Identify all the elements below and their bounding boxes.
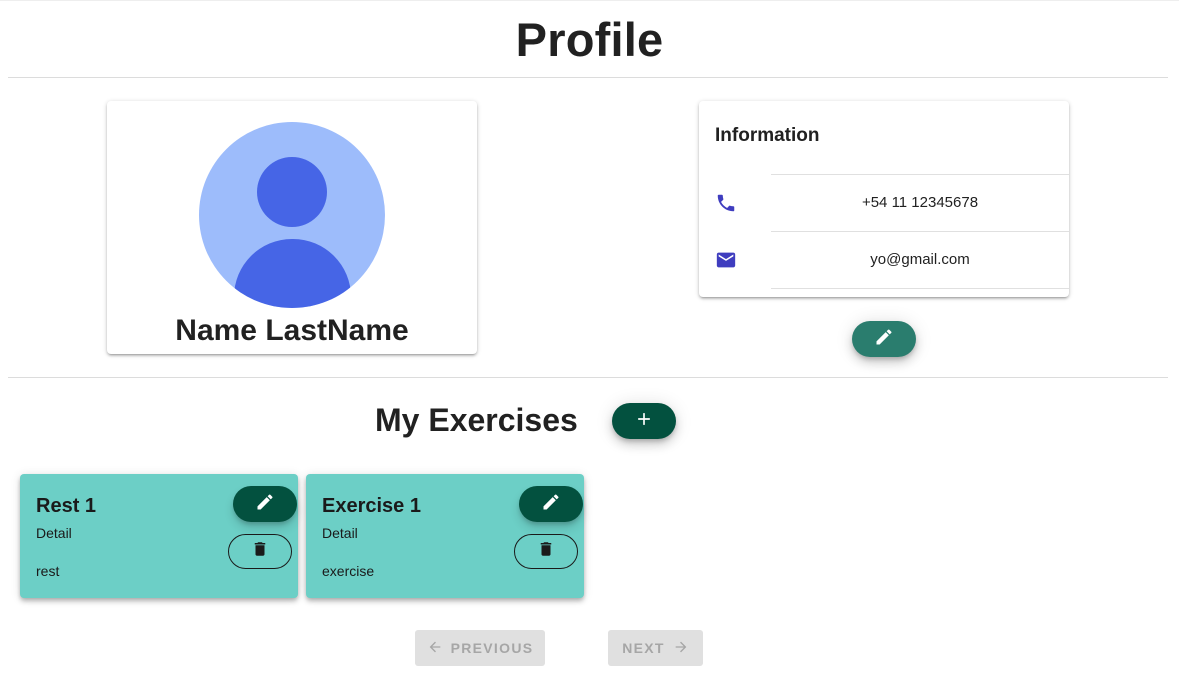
previous-label: PREVIOUS <box>450 640 534 656</box>
page-title: Profile <box>515 13 664 66</box>
info-row-email: yo@gmail.com <box>699 231 1069 289</box>
header-divider <box>8 77 1168 78</box>
arrow-left-icon <box>427 639 443 658</box>
information-card: Information +54 11 12345678 yo@gmail.com <box>699 101 1069 297</box>
top-border <box>0 0 1179 1</box>
exercise-card-detail: Detail <box>322 525 358 541</box>
information-title: Information <box>715 125 820 146</box>
exercises-title: My Exercises <box>375 402 578 438</box>
exercise-card-title: Rest 1 <box>36 495 97 517</box>
trash-icon <box>251 540 269 563</box>
edit-information-button[interactable] <box>852 321 916 357</box>
delete-exercise-button[interactable] <box>228 534 292 569</box>
info-row-divider <box>771 288 1069 289</box>
exercise-card: Rest 1 Detail rest <box>20 474 298 598</box>
person-avatar-icon <box>199 122 385 308</box>
add-exercise-button[interactable] <box>612 403 676 439</box>
exercise-card-type: rest <box>36 563 60 579</box>
profile-name: Name LastName <box>175 314 409 347</box>
pencil-icon <box>541 492 561 517</box>
delete-exercise-button[interactable] <box>514 534 578 569</box>
next-button[interactable]: NEXT <box>608 630 703 666</box>
previous-button[interactable]: PREVIOUS <box>415 630 545 666</box>
section-divider <box>8 377 1168 378</box>
exercise-card: Exercise 1 Detail exercise <box>306 474 584 598</box>
pencil-icon <box>874 327 894 352</box>
mail-icon <box>715 249 737 271</box>
profile-card: Name LastName <box>107 101 477 354</box>
next-label: NEXT <box>622 640 665 656</box>
arrow-right-icon <box>673 639 689 658</box>
edit-exercise-button[interactable] <box>519 486 583 522</box>
phone-icon <box>715 192 737 214</box>
pencil-icon <box>255 492 275 517</box>
exercise-card-detail: Detail <box>36 525 72 541</box>
edit-exercise-button[interactable] <box>233 486 297 522</box>
trash-icon <box>537 540 555 563</box>
exercise-card-title: Exercise 1 <box>322 495 421 517</box>
plus-icon <box>634 409 654 434</box>
info-row-phone: +54 11 12345678 <box>699 174 1069 231</box>
email-value: yo@gmail.com <box>870 251 970 268</box>
phone-value: +54 11 12345678 <box>861 194 979 211</box>
exercise-card-type: exercise <box>322 563 375 579</box>
